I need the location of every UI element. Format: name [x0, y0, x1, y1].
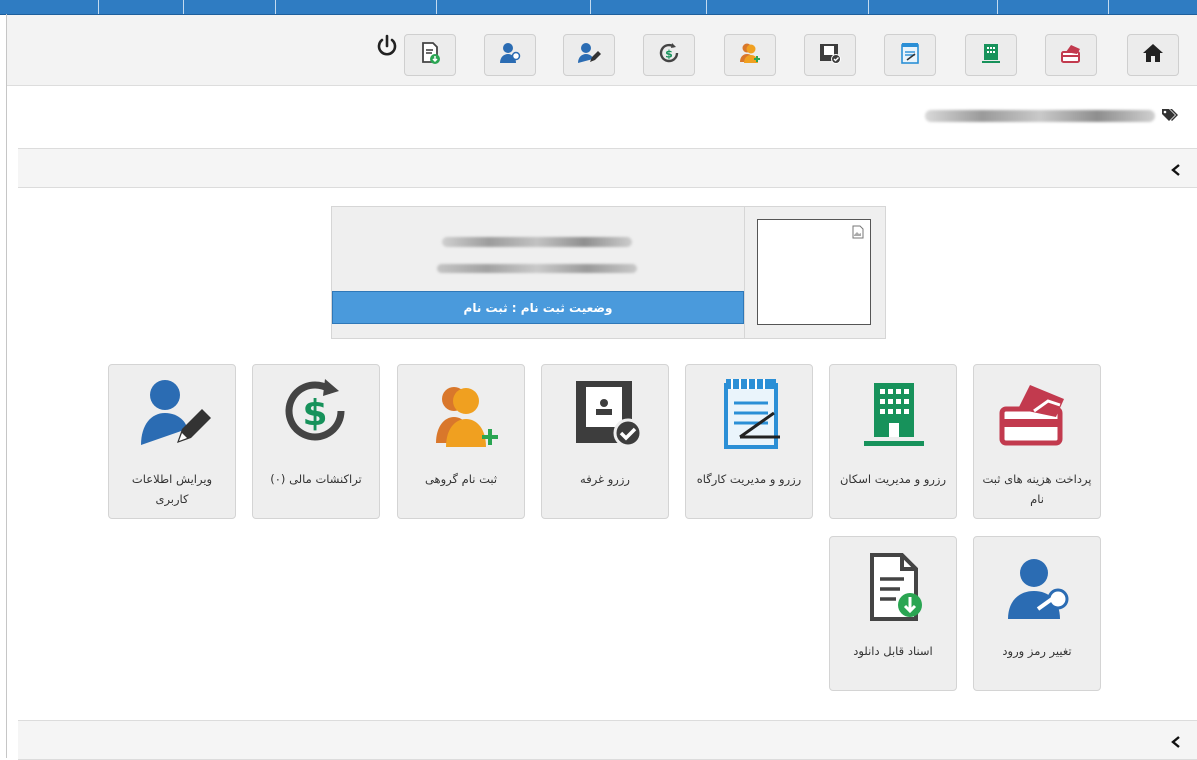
- toolbar-change-password-button[interactable]: [484, 34, 536, 76]
- toolbar-edit-user-button[interactable]: [563, 34, 615, 76]
- profile-photo-area: [744, 207, 885, 338]
- toolbar-home-button[interactable]: [1127, 34, 1179, 76]
- top-nav-strip: [0, 0, 1197, 15]
- chevron-left-icon[interactable]: [1171, 161, 1181, 180]
- tile-accommodation[interactable]: رزرو و مدیریت اسکان: [829, 364, 957, 519]
- tile-group-register[interactable]: ثبت نام گروهی: [397, 364, 525, 519]
- tile-label: رزرو و مدیریت اسکان: [839, 472, 947, 486]
- tile-label: اسناد قابل دانلود: [853, 644, 933, 658]
- edit-user-icon: [133, 371, 213, 453]
- panel-header[interactable]: [18, 148, 1197, 188]
- tile-edit-profile[interactable]: ویرایش اطلاعات کاربری: [108, 364, 236, 519]
- nav-separator: [1108, 0, 1109, 14]
- download-doc-icon: [854, 543, 934, 625]
- toolbar-transactions-button[interactable]: $: [643, 34, 695, 76]
- svg-text:$: $: [302, 393, 327, 434]
- tile-transactions[interactable]: $ تراکنشات مالی (۰): [252, 364, 380, 519]
- profile-card: وضعیت ثبت نام : ثبت نام: [331, 206, 886, 339]
- group-register-icon: [738, 41, 762, 69]
- download-doc-icon: [418, 41, 442, 69]
- transactions-icon: $: [657, 41, 681, 69]
- tile-payment[interactable]: پرداخت هزینه های ثبت نام: [973, 364, 1101, 519]
- nav-separator: [183, 0, 184, 14]
- profile-email-redacted: [437, 264, 637, 273]
- notepad-icon: [898, 41, 922, 69]
- tile-label: رزرو و مدیریت کارگاه: [696, 472, 802, 486]
- building-icon: [854, 371, 934, 453]
- notepad-icon: [710, 371, 790, 453]
- change-password-icon: [498, 41, 522, 69]
- payment-card-icon: [998, 371, 1078, 453]
- tile-label: تغییر رمز ورود: [1002, 644, 1072, 658]
- breadcrumb: [7, 86, 1197, 146]
- nav-separator: [868, 0, 869, 14]
- payment-card-icon: [1059, 41, 1083, 69]
- tile-downloads[interactable]: اسناد قابل دانلود: [829, 536, 957, 691]
- nav-separator: [275, 0, 276, 14]
- toolbar-accommodation-button[interactable]: [965, 34, 1017, 76]
- nav-separator: [98, 0, 99, 14]
- nav-separator: [590, 0, 591, 14]
- change-password-icon: [998, 543, 1078, 625]
- toolbar-group-register-button[interactable]: [724, 34, 776, 76]
- tile-booth-booking[interactable]: رزرو غرفه: [541, 364, 669, 519]
- profile-name-redacted: [442, 237, 632, 247]
- tile-workshop[interactable]: رزرو و مدیریت کارگاه: [685, 364, 813, 519]
- nav-separator: [706, 0, 707, 14]
- tile-label: پرداخت هزینه های ثبت نام: [982, 472, 1092, 506]
- svg-text:$: $: [665, 48, 673, 61]
- toolbar: $: [7, 15, 1197, 86]
- room-booking-icon: [818, 41, 842, 69]
- transactions-icon: $: [277, 371, 357, 453]
- home-icon: [1141, 41, 1165, 69]
- registration-status: وضعیت ثبت نام : ثبت نام: [332, 291, 744, 324]
- tile-label: ثبت نام گروهی: [424, 472, 498, 486]
- nav-separator: [997, 0, 998, 14]
- toolbar-workshop-button[interactable]: [884, 34, 936, 76]
- broken-image-icon: [851, 224, 865, 243]
- room-booking-icon: [566, 371, 646, 453]
- group-register-icon: [422, 371, 502, 453]
- panel-header[interactable]: [18, 720, 1197, 760]
- power-icon[interactable]: [374, 33, 400, 59]
- chevron-left-icon[interactable]: [1171, 733, 1181, 752]
- toolbar-room-booking-button[interactable]: [804, 34, 856, 76]
- building-icon: [979, 41, 1003, 69]
- tile-label: تراکنشات مالی (۰): [270, 472, 362, 486]
- tile-label: رزرو غرفه: [580, 472, 630, 486]
- profile-photo: [757, 219, 871, 325]
- toolbar-download-doc-button[interactable]: [404, 34, 456, 76]
- edit-user-icon: [577, 41, 601, 69]
- toolbar-payment-button[interactable]: [1045, 34, 1097, 76]
- tile-change-password[interactable]: تغییر رمز ورود: [973, 536, 1101, 691]
- user-name-redacted: [925, 110, 1155, 122]
- nav-separator: [436, 0, 437, 14]
- tags-icon: [1161, 107, 1179, 127]
- tile-label: ویرایش اطلاعات کاربری: [131, 472, 213, 506]
